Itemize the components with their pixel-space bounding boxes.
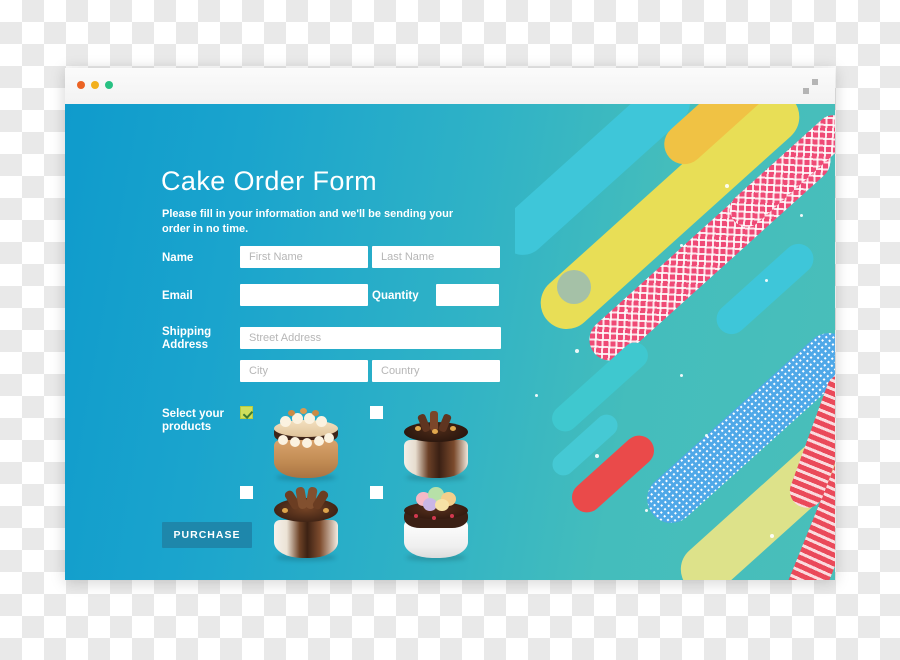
checkbox-chocolate-fan-cake[interactable] [240,486,253,499]
expand-icon-square-bottom [803,88,809,94]
last-name-input[interactable] [372,246,500,268]
city-input[interactable] [240,360,368,382]
window-titlebar [65,68,835,105]
expand-icon[interactable] [803,79,818,94]
cake-nut [312,410,319,416]
country-input[interactable] [372,360,500,382]
close-button[interactable] [77,81,85,89]
cake-cream-rosette [316,416,327,427]
product-option-ice-cream-cake[interactable] [370,482,505,564]
cake-image-ice-cream [398,482,474,561]
product-option-caramel-cream-cake[interactable] [240,402,375,484]
label-email: Email [162,290,193,302]
cake-nut [282,508,288,513]
cake-cream-rosette [324,433,334,443]
page-title: Cake Order Form [161,166,378,196]
cake-cream-rosette [314,436,324,446]
cake-nut [432,429,438,434]
checkbox-caramel-cream-cake[interactable] [240,406,253,419]
label-quantity: Quantity [372,290,419,302]
cake-body [274,520,338,558]
cake-nut [300,408,307,414]
label-select-products: Select your products [162,408,224,433]
browser-window: Cake Order Form Please fill in your info… [65,68,835,580]
cake-chocolate-curl [430,411,438,431]
email-input[interactable] [240,284,368,306]
cake-nut [415,426,421,431]
cake-nut [323,508,329,513]
cake-image-caramel-cream [268,402,344,481]
cake-berry [432,516,436,520]
order-form: Cake Order Form Please fill in your info… [65,104,835,580]
first-name-input[interactable] [240,246,368,268]
cake-cream-rosette [302,438,312,448]
traffic-lights [77,81,113,89]
cake-cream-rosette [280,416,291,427]
label-shipping-address: Shipping Address [162,326,212,351]
cake-nut [288,410,295,416]
cake-cream-rosette [290,437,300,447]
street-address-input[interactable] [240,327,501,349]
cake-berry [450,514,454,518]
minimize-button[interactable] [91,81,99,89]
checkbox-dark-chocolate-cake[interactable] [370,406,383,419]
label-name: Name [162,252,194,264]
maximize-button[interactable] [105,81,113,89]
checkbox-ice-cream-cake[interactable] [370,486,383,499]
cake-image-dark-chocolate [398,402,474,481]
cake-body [404,440,468,478]
cake-berry [414,514,418,518]
product-option-dark-chocolate-cake[interactable] [370,402,505,484]
purchase-button[interactable]: PURCHASE [162,522,252,548]
cake-image-chocolate-fan [268,482,344,561]
page-subtitle: Please fill in your information and we'l… [162,208,454,235]
quantity-input[interactable] [436,284,499,306]
ice-cream-scoop [435,499,449,511]
product-option-chocolate-fan-cake[interactable] [240,482,375,564]
cake-nut [450,426,456,431]
expand-icon-square-top [812,79,818,85]
cake-cream-rosette [278,435,288,445]
order-form-canvas: Cake Order Form Please fill in your info… [65,104,835,580]
